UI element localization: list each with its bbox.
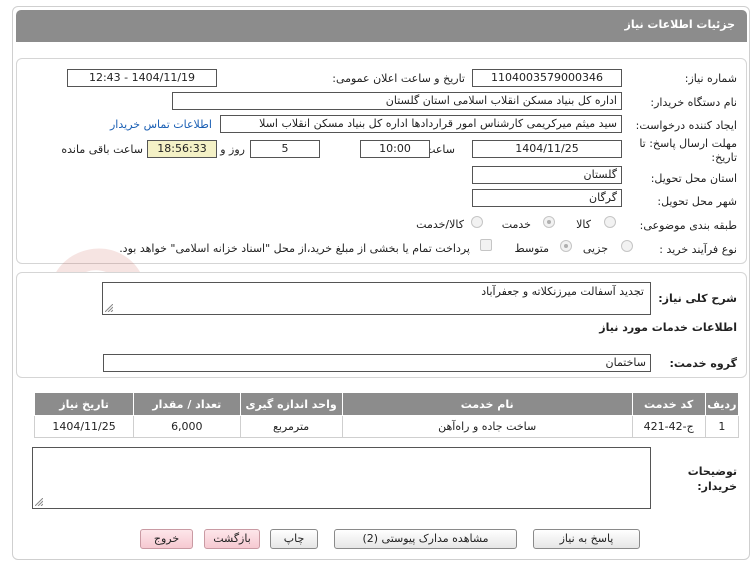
category-service-label: خدمت	[501, 218, 531, 231]
service-group-label: گروه خدمت:	[669, 357, 737, 370]
days-label: روز و	[220, 143, 245, 156]
category-goods-radio[interactable]	[604, 216, 616, 228]
process-minor-radio[interactable]	[621, 240, 633, 252]
need-info-panel	[16, 58, 747, 264]
exit-button[interactable]: خروج	[140, 529, 193, 549]
resize-grip-icon[interactable]	[105, 304, 113, 312]
province-field[interactable]: گلستان	[472, 166, 622, 184]
remaining-label: ساعت باقی مانده	[61, 143, 143, 156]
need-number-label: شماره نیاز:	[684, 72, 737, 85]
services-table-header: ردیف کد خدمت نام خدمت واحد اندازه گیری ت…	[33, 392, 740, 416]
category-label: طبقه بندی موضوعی:	[639, 219, 737, 232]
services-section-title: اطلاعات خدمات مورد نیاز	[599, 321, 737, 334]
category-service-radio[interactable]	[543, 216, 555, 228]
col-date: تاریخ نیاز	[33, 392, 135, 416]
category-both-radio[interactable]	[471, 216, 483, 228]
requester-field[interactable]: سید میثم میرکریمی کارشناس امور قراردادها…	[220, 115, 622, 133]
need-number-field[interactable]: 1104003579000346	[472, 69, 622, 87]
summary-text: تجدید آسفالت میرزنکلاته و جعفرآباد	[481, 285, 644, 298]
announce-label: تاریخ و ساعت اعلان عمومی:	[332, 72, 465, 85]
reply-button[interactable]: پاسخ به نیاز	[533, 529, 640, 549]
page-title: جزئیات اطلاعات نیاز	[624, 18, 736, 31]
page-header: جزئیات اطلاعات نیاز	[16, 10, 747, 42]
buyer-org-label: نام دستگاه خریدار:	[650, 96, 737, 109]
cell-date: 1404/11/25	[33, 415, 135, 438]
col-name: نام خدمت	[341, 392, 633, 416]
col-quantity: تعداد / مقدار	[133, 392, 241, 416]
city-field[interactable]: گرگان	[472, 189, 622, 207]
process-medium-radio[interactable]	[560, 240, 572, 252]
requester-label: ایجاد کننده درخواست:	[635, 119, 737, 132]
process-label: نوع فرآیند خرید :	[659, 243, 737, 256]
deadline-date-field[interactable]: 1404/11/25	[472, 140, 622, 158]
contact-buyer-link[interactable]: اطلاعات تماس خریدار	[110, 118, 212, 131]
summary-label: شرح کلی نیاز:	[658, 292, 737, 305]
col-index: ردیف	[704, 392, 740, 416]
treasury-payment-checkbox[interactable]	[480, 239, 492, 251]
deadline-time-field[interactable]: 10:00	[360, 140, 430, 158]
view-documents-button[interactable]: مشاهده مدارک پیوستی (2)	[334, 529, 517, 549]
buyer-notes-label-2: خریدار:	[697, 480, 737, 493]
service-group-field[interactable]: ساختمان	[103, 354, 651, 372]
announce-field[interactable]: 1404/11/19 - 12:43	[67, 69, 217, 87]
process-medium-label: متوسط	[514, 242, 549, 255]
treasury-payment-note: پرداخت تمام یا بخشی از مبلغ خرید،از محل …	[119, 242, 470, 255]
cell-quantity: 6,000	[133, 415, 241, 438]
process-minor-label: جزیی	[582, 242, 608, 255]
city-label: شهر محل تحویل:	[657, 195, 737, 208]
buyer-notes-textarea[interactable]	[32, 447, 651, 509]
resize-grip-icon[interactable]	[35, 498, 43, 506]
buyer-notes-label-1: توضیحات	[687, 465, 737, 478]
cell-code: ج-42-421	[631, 415, 706, 438]
deadline-label-1: مهلت ارسال پاسخ: تا	[639, 137, 737, 150]
deadline-label-2: تاریخ:	[711, 151, 737, 164]
col-code: کد خدمت	[631, 392, 706, 416]
cell-name: ساخت جاده و راه‌آهن	[341, 415, 633, 438]
remaining-time-field: 18:56:33	[147, 140, 217, 158]
category-goods-label: کالا	[576, 218, 591, 231]
back-button[interactable]: بازگشت	[204, 529, 260, 549]
cell-index: 1	[704, 415, 740, 438]
print-button[interactable]: چاپ	[270, 529, 318, 549]
services-table: ردیف کد خدمت نام خدمت واحد اندازه گیری ت…	[33, 392, 740, 438]
days-field[interactable]: 5	[250, 140, 320, 158]
summary-textarea[interactable]: تجدید آسفالت میرزنکلاته و جعفرآباد	[102, 282, 651, 315]
category-both-label: کالا/خدمت	[416, 218, 464, 231]
buyer-org-field[interactable]: اداره کل بنیاد مسکن انقلاب اسلامی استان …	[172, 92, 622, 110]
province-label: استان محل تحویل:	[650, 172, 737, 185]
col-unit: واحد اندازه گیری	[239, 392, 343, 416]
cell-unit: مترمربع	[239, 415, 343, 438]
table-row[interactable]: 1 ج-42-421 ساخت جاده و راه‌آهن مترمربع 6…	[33, 415, 740, 438]
